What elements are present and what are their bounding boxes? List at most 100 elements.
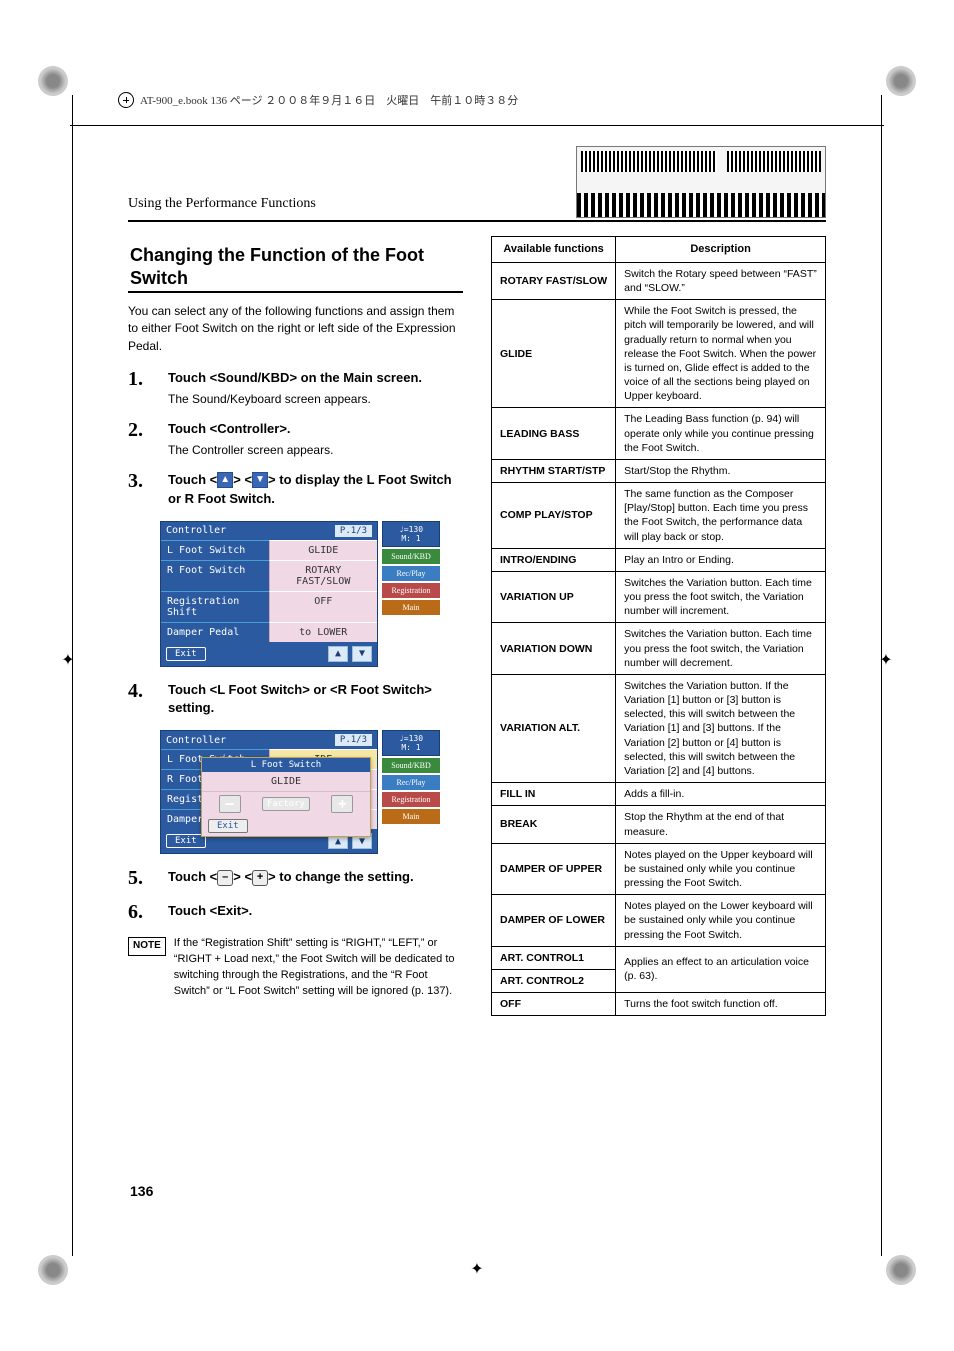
table-cell-function: VARIATION ALT. xyxy=(492,674,616,782)
plus-icon: + xyxy=(252,870,268,886)
ss-tab-main[interactable]: Main xyxy=(382,600,440,615)
ss-row-label[interactable]: Registration Shift xyxy=(161,591,269,622)
crop-line-top xyxy=(70,125,884,126)
functions-table: Available functions Description ROTARY F… xyxy=(491,236,826,1016)
up-arrow-icon[interactable]: ▲ xyxy=(328,646,348,662)
ss-tab-sound[interactable]: Sound/KBD xyxy=(382,549,440,564)
step-text: Touch < xyxy=(168,472,217,487)
table-cell-description: The same function as the Composer [Play/… xyxy=(616,483,826,549)
table-cell-description: Turns the foot switch function off. xyxy=(616,993,826,1016)
table-cell-function: INTRO/ENDING xyxy=(492,548,616,571)
crop-line-right xyxy=(881,95,882,1256)
step-title: Touch <Controller>. xyxy=(168,420,463,439)
table-header-func: Available functions xyxy=(492,237,616,263)
crop-line-left xyxy=(72,95,73,1256)
corner-decor-tr xyxy=(886,66,916,96)
table-cell-function: RHYTHM START/STP xyxy=(492,459,616,482)
step-title: Touch <L Foot Switch> or <R Foot Switch>… xyxy=(168,681,463,719)
table-header-desc: Description xyxy=(616,237,826,263)
ss-tab-reg[interactable]: Registration xyxy=(382,583,440,598)
popup-exit-button[interactable]: Exit xyxy=(208,819,248,833)
ss-row-label[interactable]: Damper Pedal xyxy=(161,622,269,642)
step-5: 5. Touch <–> <+> to change the setting. xyxy=(128,868,463,888)
ss-row-value[interactable]: OFF xyxy=(269,591,378,622)
table-cell-description: Notes played on the Upper keyboard will … xyxy=(616,843,826,895)
ss-tab-rec[interactable]: Rec/Play xyxy=(382,566,440,581)
step-2: 2. Touch <Controller>. The Controller sc… xyxy=(128,420,463,457)
ss-tab-sound[interactable]: Sound/KBD xyxy=(382,758,440,773)
table-cell-description: Applies an effect to an articulation voi… xyxy=(616,946,826,992)
ss-tempo: ♩=130M: 1 xyxy=(382,730,440,756)
step-3: 3. Touch <▲> <▼> to display the L Foot S… xyxy=(128,471,463,509)
table-row: GLIDEWhile the Foot Switch is pressed, t… xyxy=(492,300,826,408)
step-number: 3. xyxy=(128,471,158,509)
page-number: 136 xyxy=(130,1183,153,1199)
minus-button[interactable]: – xyxy=(219,795,241,813)
step-number: 4. xyxy=(128,681,158,719)
table-cell-function: ROTARY FAST/SLOW xyxy=(492,262,616,299)
factory-button[interactable]: Factory xyxy=(262,797,310,811)
ss-row-label[interactable]: R Foot Switch xyxy=(161,560,269,591)
device-illustration xyxy=(576,146,826,218)
table-row: VARIATION ALT.Switches the Variation but… xyxy=(492,674,826,782)
step-desc: The Sound/Keyboard screen appears. xyxy=(168,392,463,406)
table-row: DAMPER OF UPPERNotes played on the Upper… xyxy=(492,843,826,895)
ss-tab-main[interactable]: Main xyxy=(382,809,440,824)
table-row: VARIATION UPSwitches the Variation butto… xyxy=(492,571,826,623)
table-row: BREAKStop the Rhythm at the end of that … xyxy=(492,806,826,843)
ss-exit-button[interactable]: Exit xyxy=(166,647,206,661)
step-number: 2. xyxy=(128,420,158,457)
header-text: AT-900_e.book 136 ページ ２００８年９月１６日 火曜日 午前１… xyxy=(140,92,518,108)
table-cell-function: COMP PLAY/STOP xyxy=(492,483,616,549)
table-cell-description: While the Foot Switch is pressed, the pi… xyxy=(616,300,826,408)
ss-tab-reg[interactable]: Registration xyxy=(382,792,440,807)
ss-row-label[interactable]: L Foot Switch xyxy=(161,540,269,560)
step-number: 5. xyxy=(128,868,158,888)
table-cell-function: VARIATION DOWN xyxy=(492,623,616,675)
note-badge: NOTE xyxy=(128,937,166,956)
up-arrow-icon: ▲ xyxy=(217,472,233,488)
ss-tempo: ♩=130M: 1 xyxy=(382,521,440,547)
table-cell-description: Stop the Rhythm at the end of that measu… xyxy=(616,806,826,843)
popup-title: L Foot Switch xyxy=(202,758,370,772)
crop-mark-right: ✦ xyxy=(876,650,896,670)
table-cell-description: Switches the Variation button. Each time… xyxy=(616,623,826,675)
ss-exit-button[interactable]: Exit xyxy=(166,834,206,848)
table-cell-description: The Leading Bass function (p. 94) will o… xyxy=(616,408,826,460)
table-cell-function: LEADING BASS xyxy=(492,408,616,460)
section-heading: Changing the Function of the Foot Switch xyxy=(128,238,463,293)
ss-title: Controller xyxy=(166,735,226,746)
table-row: COMP PLAY/STOPThe same function as the C… xyxy=(492,483,826,549)
ss-row-value[interactable]: to LOWER xyxy=(269,622,378,642)
down-arrow-icon[interactable]: ▼ xyxy=(352,646,372,662)
table-row: OFFTurns the foot switch function off. xyxy=(492,993,826,1016)
ss-tab-rec[interactable]: Rec/Play xyxy=(382,775,440,790)
table-cell-description: Adds a fill-in. xyxy=(616,783,826,806)
table-cell-description: Play an Intro or Ending. xyxy=(616,548,826,571)
step-number: 1. xyxy=(128,369,158,406)
table-cell-description: Switches the Variation button. Each time… xyxy=(616,571,826,623)
table-row: DAMPER OF LOWERNotes played on the Lower… xyxy=(492,895,826,947)
table-row: RHYTHM START/STPStart/Stop the Rhythm. xyxy=(492,459,826,482)
table-cell-function: ART. CONTROL2 xyxy=(492,969,616,992)
popup-value: GLIDE xyxy=(202,772,370,791)
table-row: FILL INAdds a fill-in. xyxy=(492,783,826,806)
table-cell-function: DAMPER OF UPPER xyxy=(492,843,616,895)
controller-screenshot-2: Controller P.1/3 L Foot SwitchIDE R Foot… xyxy=(160,730,440,854)
table-cell-function: DAMPER OF LOWER xyxy=(492,895,616,947)
plus-button[interactable]: + xyxy=(331,795,353,813)
crop-mark-left: ✦ xyxy=(58,650,78,670)
table-cell-description: Start/Stop the Rhythm. xyxy=(616,459,826,482)
crop-mark-bottom: ✦ xyxy=(467,1259,487,1279)
note-box: NOTE If the “Registration Shift” setting… xyxy=(128,936,463,1000)
minus-icon: – xyxy=(217,870,233,886)
ss-row-value[interactable]: GLIDE xyxy=(269,540,378,560)
table-cell-function: GLIDE xyxy=(492,300,616,408)
table-cell-function: FILL IN xyxy=(492,783,616,806)
ss-row-value[interactable]: ROTARY FAST/SLOW xyxy=(269,560,378,591)
table-row: LEADING BASSThe Leading Bass function (p… xyxy=(492,408,826,460)
step-4: 4. Touch <L Foot Switch> or <R Foot Swit… xyxy=(128,681,463,719)
table-row: ROTARY FAST/SLOWSwitch the Rotary speed … xyxy=(492,262,826,299)
step-text: > to change the setting. xyxy=(268,869,414,884)
corner-decor-tl xyxy=(38,66,68,96)
